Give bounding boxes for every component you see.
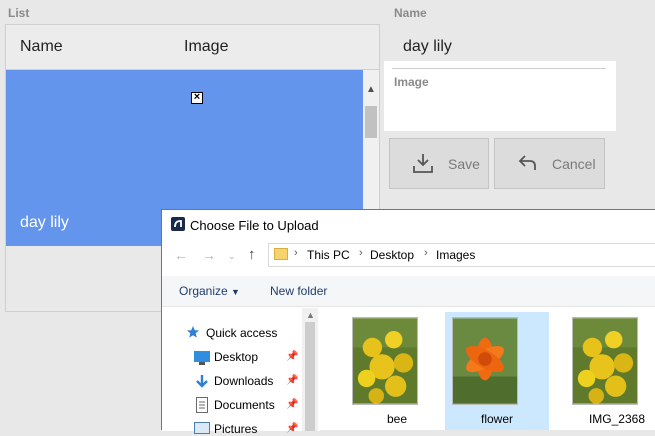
nav-scrollbar[interactable]: ▲ — [302, 308, 318, 431]
chevron-right-icon: › — [294, 247, 298, 259]
pictures-icon — [194, 422, 210, 434]
file-item[interactable]: bee — [345, 312, 449, 430]
caret-down-icon: ▼ — [231, 287, 240, 297]
recent-dropdown-icon[interactable]: ⌄ — [228, 251, 236, 262]
save-button[interactable]: Save — [389, 138, 489, 189]
undo-icon — [518, 155, 536, 170]
chevron-right-icon: › — [359, 247, 363, 259]
pin-icon[interactable]: 📌 — [286, 375, 298, 386]
desktop-icon — [194, 351, 210, 365]
dialog-title: Choose File to Upload — [190, 218, 319, 233]
star-icon — [187, 326, 199, 338]
folder-icon — [274, 248, 288, 260]
flower-thumbnail — [452, 317, 518, 405]
document-icon — [196, 397, 208, 413]
pin-icon[interactable]: 📌 — [286, 351, 298, 362]
breadcrumb-this-pc[interactable]: This PC — [307, 248, 350, 262]
file-name: IMG_2368 — [588, 412, 646, 426]
column-header-name[interactable]: Name — [20, 38, 63, 56]
download-icon — [196, 375, 208, 388]
nav-item-desktop[interactable]: Desktop — [214, 350, 258, 364]
cancel-button[interactable]: Cancel — [494, 138, 605, 189]
file-upload-dialog: Choose File to Upload ← → ⌄ ↑ › This PC … — [161, 209, 655, 436]
chevron-right-icon: › — [424, 247, 428, 259]
file-item[interactable]: IMG_2368 — [565, 312, 655, 430]
organize-button[interactable]: Organize ▼ — [179, 284, 240, 298]
nav-item-quick-access[interactable]: Quick access — [206, 326, 277, 340]
file-name: flower — [480, 412, 513, 426]
divider — [392, 68, 606, 69]
forward-icon[interactable]: → — [202, 247, 216, 263]
command-bar: Organize ▼ New folder — [162, 276, 655, 307]
app-icon — [171, 217, 185, 231]
list-label: List — [8, 6, 30, 20]
pin-icon[interactable]: 📌 — [286, 399, 298, 410]
broken-image-icon: × — [191, 92, 203, 104]
image-field[interactable]: Image — [384, 61, 616, 131]
scroll-up-icon[interactable]: ▲ — [306, 310, 315, 320]
scroll-thumb[interactable] — [365, 106, 377, 138]
breadcrumb-images[interactable]: Images — [436, 248, 475, 262]
back-icon[interactable]: ← — [174, 247, 188, 263]
image-label: Image — [394, 75, 429, 89]
file-name: bee — [386, 412, 408, 426]
nav-item-documents[interactable]: Documents — [214, 398, 275, 412]
up-icon[interactable]: ↑ — [248, 246, 256, 263]
pin-icon[interactable]: 📌 — [286, 423, 298, 434]
column-header-image[interactable]: Image — [184, 38, 228, 56]
save-icon — [413, 154, 433, 173]
address-bar[interactable]: › This PC › Desktop › Images — [268, 243, 655, 267]
scroll-up-icon[interactable]: ▲ — [366, 84, 376, 95]
name-label: Name — [394, 6, 427, 20]
breadcrumb-desktop[interactable]: Desktop — [370, 248, 414, 262]
organize-label: Organize — [179, 284, 228, 298]
scroll-thumb[interactable] — [305, 322, 315, 431]
goldenrod-thumbnail — [352, 317, 418, 405]
new-folder-button[interactable]: New folder — [270, 284, 327, 298]
cancel-label: Cancel — [552, 156, 596, 172]
save-label: Save — [448, 156, 480, 172]
file-item-selected[interactable]: flower — [445, 312, 549, 430]
name-field[interactable]: day lily — [403, 38, 452, 56]
navigation-pane: Quick access Desktop 📌 Downloads 📌 Docum… — [162, 308, 320, 436]
list-header: Name Image — [6, 25, 379, 70]
row-name: day lily — [20, 214, 69, 231]
nav-item-downloads[interactable]: Downloads — [214, 374, 273, 388]
goldenrod-thumbnail — [572, 317, 638, 405]
nav-item-pictures[interactable]: Pictures — [214, 422, 257, 436]
